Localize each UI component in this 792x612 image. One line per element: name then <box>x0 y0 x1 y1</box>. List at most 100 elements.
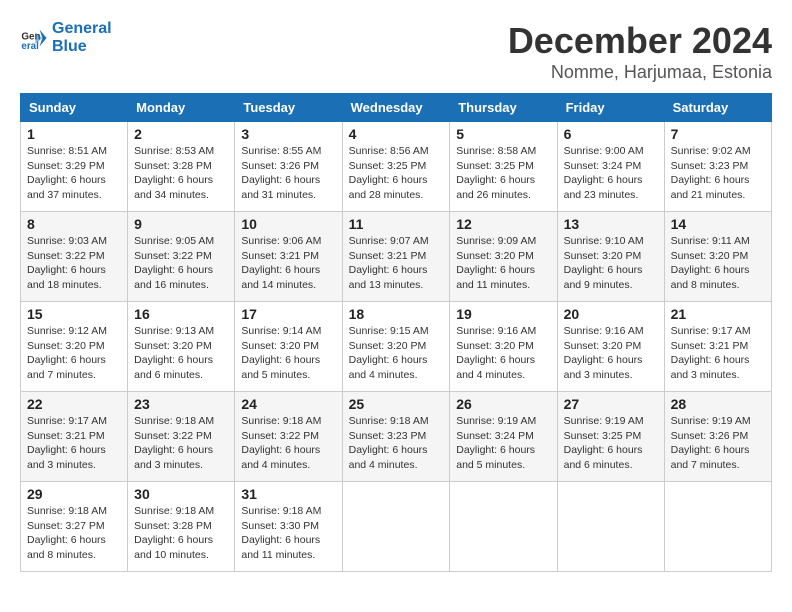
calendar-cell: 14Sunrise: 9:11 AM Sunset: 3:20 PM Dayli… <box>664 212 771 302</box>
day-number: 2 <box>134 126 228 142</box>
day-number: 20 <box>564 306 658 322</box>
day-info: Sunrise: 9:17 AM Sunset: 3:21 PM Dayligh… <box>671 324 765 383</box>
calendar-cell <box>342 482 450 572</box>
logo: Gen eral General Blue <box>20 20 112 56</box>
day-number: 21 <box>671 306 765 322</box>
calendar-cell: 5 Sunrise: 8:58 AM Sunset: 3:25 PM Daylig… <box>450 122 557 212</box>
header-day-monday: Monday <box>128 94 235 122</box>
logo-text: General Blue <box>52 20 112 56</box>
day-number: 3 <box>241 126 335 142</box>
day-number: 9 <box>134 216 228 232</box>
calendar-cell: 2 Sunrise: 8:53 AM Sunset: 3:28 PM Daylig… <box>128 122 235 212</box>
calendar-cell: 29 Sunrise: 9:18 AM Sunset: 3:27 PM Dayli… <box>21 482 128 572</box>
calendar-cell: 15 Sunrise: 9:12 AM Sunset: 3:20 PM Dayli… <box>21 302 128 392</box>
day-info: Sunrise: 9:03 AM Sunset: 3:22 PM Dayligh… <box>27 234 121 293</box>
calendar-week-4: 29 Sunrise: 9:18 AM Sunset: 3:27 PM Dayli… <box>21 482 772 572</box>
day-info: Sunrise: 9:10 AM Sunset: 3:20 PM Dayligh… <box>564 234 658 293</box>
day-info: Sunrise: 8:55 AM Sunset: 3:26 PM Dayligh… <box>241 144 335 203</box>
day-number: 15 <box>27 306 121 322</box>
calendar-week-1: 8 Sunrise: 9:03 AM Sunset: 3:22 PM Daylig… <box>21 212 772 302</box>
svg-text:eral: eral <box>21 41 39 52</box>
day-number: 26 <box>456 396 550 412</box>
calendar-cell: 9Sunrise: 9:05 AM Sunset: 3:22 PM Daylig… <box>128 212 235 302</box>
calendar-cell: 17 Sunrise: 9:14 AM Sunset: 3:20 PM Dayli… <box>235 302 342 392</box>
day-info: Sunrise: 9:19 AM Sunset: 3:24 PM Dayligh… <box>456 414 550 473</box>
day-number: 29 <box>27 486 121 502</box>
day-info: Sunrise: 9:06 AM Sunset: 3:21 PM Dayligh… <box>241 234 335 293</box>
calendar-cell: 22Sunrise: 9:17 AM Sunset: 3:21 PM Dayli… <box>21 392 128 482</box>
day-number: 25 <box>349 396 444 412</box>
day-number: 6 <box>564 126 658 142</box>
calendar-week-3: 22Sunrise: 9:17 AM Sunset: 3:21 PM Dayli… <box>21 392 772 482</box>
calendar-cell: 23 Sunrise: 9:18 AM Sunset: 3:22 PM Dayli… <box>128 392 235 482</box>
day-number: 28 <box>671 396 765 412</box>
calendar: SundayMondayTuesdayWednesdayThursdayFrid… <box>20 93 772 572</box>
calendar-cell: 24Sunrise: 9:18 AM Sunset: 3:22 PM Dayli… <box>235 392 342 482</box>
calendar-cell: 31 Sunrise: 9:18 AM Sunset: 3:30 PM Dayli… <box>235 482 342 572</box>
title-area: December 2024 Nomme, Harjumaa, Estonia <box>508 20 772 83</box>
day-number: 8 <box>27 216 121 232</box>
day-number: 10 <box>241 216 335 232</box>
header-day-wednesday: Wednesday <box>342 94 450 122</box>
day-info: Sunrise: 9:18 AM Sunset: 3:30 PM Dayligh… <box>241 504 335 563</box>
day-info: Sunrise: 9:09 AM Sunset: 3:20 PM Dayligh… <box>456 234 550 293</box>
logo-line2: Blue <box>52 38 112 56</box>
calendar-cell <box>450 482 557 572</box>
calendar-cell: 26 Sunrise: 9:19 AM Sunset: 3:24 PM Dayli… <box>450 392 557 482</box>
day-number: 5 <box>456 126 550 142</box>
calendar-cell: 6 Sunrise: 9:00 AM Sunset: 3:24 PM Daylig… <box>557 122 664 212</box>
month-title: December 2024 <box>508 20 772 62</box>
day-number: 17 <box>241 306 335 322</box>
day-info: Sunrise: 9:18 AM Sunset: 3:22 PM Dayligh… <box>134 414 228 473</box>
calendar-cell: 13 Sunrise: 9:10 AM Sunset: 3:20 PM Dayli… <box>557 212 664 302</box>
day-info: Sunrise: 9:18 AM Sunset: 3:27 PM Dayligh… <box>27 504 121 563</box>
day-info: Sunrise: 9:00 AM Sunset: 3:24 PM Dayligh… <box>564 144 658 203</box>
calendar-cell: 11 Sunrise: 9:07 AM Sunset: 3:21 PM Dayli… <box>342 212 450 302</box>
day-info: Sunrise: 9:15 AM Sunset: 3:20 PM Dayligh… <box>349 324 444 383</box>
calendar-body: 1Sunrise: 8:51 AM Sunset: 3:29 PM Daylig… <box>21 122 772 572</box>
calendar-cell: 18 Sunrise: 9:15 AM Sunset: 3:20 PM Dayli… <box>342 302 450 392</box>
day-info: Sunrise: 9:07 AM Sunset: 3:21 PM Dayligh… <box>349 234 444 293</box>
day-info: Sunrise: 9:14 AM Sunset: 3:20 PM Dayligh… <box>241 324 335 383</box>
location-title: Nomme, Harjumaa, Estonia <box>508 62 772 83</box>
day-info: Sunrise: 9:13 AM Sunset: 3:20 PM Dayligh… <box>134 324 228 383</box>
page-header: Gen eral General Blue December 2024 Nomm… <box>20 20 772 83</box>
day-number: 19 <box>456 306 550 322</box>
header-day-friday: Friday <box>557 94 664 122</box>
day-number: 11 <box>349 216 444 232</box>
day-info: Sunrise: 9:19 AM Sunset: 3:26 PM Dayligh… <box>671 414 765 473</box>
header-day-thursday: Thursday <box>450 94 557 122</box>
calendar-cell: 4Sunrise: 8:56 AM Sunset: 3:25 PM Daylig… <box>342 122 450 212</box>
logo-line1: General <box>52 20 112 38</box>
day-info: Sunrise: 9:12 AM Sunset: 3:20 PM Dayligh… <box>27 324 121 383</box>
calendar-cell: 8 Sunrise: 9:03 AM Sunset: 3:22 PM Daylig… <box>21 212 128 302</box>
day-info: Sunrise: 9:11 AM Sunset: 3:20 PM Dayligh… <box>671 234 765 293</box>
day-number: 1 <box>27 126 121 142</box>
calendar-week-0: 1Sunrise: 8:51 AM Sunset: 3:29 PM Daylig… <box>21 122 772 212</box>
calendar-cell: 7Sunrise: 9:02 AM Sunset: 3:23 PM Daylig… <box>664 122 771 212</box>
day-number: 13 <box>564 216 658 232</box>
day-info: Sunrise: 9:18 AM Sunset: 3:22 PM Dayligh… <box>241 414 335 473</box>
day-info: Sunrise: 8:53 AM Sunset: 3:28 PM Dayligh… <box>134 144 228 203</box>
day-info: Sunrise: 9:16 AM Sunset: 3:20 PM Dayligh… <box>564 324 658 383</box>
day-info: Sunrise: 8:56 AM Sunset: 3:25 PM Dayligh… <box>349 144 444 203</box>
calendar-cell <box>664 482 771 572</box>
calendar-cell: 12Sunrise: 9:09 AM Sunset: 3:20 PM Dayli… <box>450 212 557 302</box>
calendar-cell: 21 Sunrise: 9:17 AM Sunset: 3:21 PM Dayli… <box>664 302 771 392</box>
calendar-header: SundayMondayTuesdayWednesdayThursdayFrid… <box>21 94 772 122</box>
day-info: Sunrise: 8:58 AM Sunset: 3:25 PM Dayligh… <box>456 144 550 203</box>
day-number: 7 <box>671 126 765 142</box>
header-day-saturday: Saturday <box>664 94 771 122</box>
calendar-cell: 20 Sunrise: 9:16 AM Sunset: 3:20 PM Dayli… <box>557 302 664 392</box>
day-info: Sunrise: 9:18 AM Sunset: 3:28 PM Dayligh… <box>134 504 228 563</box>
calendar-cell: 19Sunrise: 9:16 AM Sunset: 3:20 PM Dayli… <box>450 302 557 392</box>
calendar-cell: 10 Sunrise: 9:06 AM Sunset: 3:21 PM Dayli… <box>235 212 342 302</box>
calendar-week-2: 15 Sunrise: 9:12 AM Sunset: 3:20 PM Dayli… <box>21 302 772 392</box>
day-number: 18 <box>349 306 444 322</box>
day-info: Sunrise: 9:18 AM Sunset: 3:23 PM Dayligh… <box>349 414 444 473</box>
day-number: 31 <box>241 486 335 502</box>
calendar-cell: 1Sunrise: 8:51 AM Sunset: 3:29 PM Daylig… <box>21 122 128 212</box>
day-number: 27 <box>564 396 658 412</box>
calendar-cell: 16Sunrise: 9:13 AM Sunset: 3:20 PM Dayli… <box>128 302 235 392</box>
day-number: 23 <box>134 396 228 412</box>
